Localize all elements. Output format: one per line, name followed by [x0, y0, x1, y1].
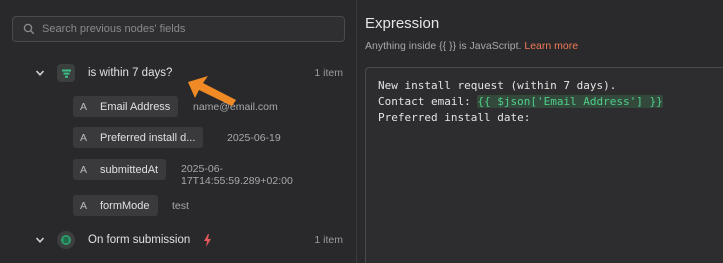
editor-line-2: Contact email: {{ $json['Email Address']…: [378, 95, 723, 111]
string-type-icon: A: [80, 199, 88, 212]
node-row-is-within-7-days[interactable]: is within 7 days? 1 item: [0, 61, 357, 85]
lightning-icon: [204, 233, 211, 247]
hint-braces: {{ }}: [439, 40, 457, 52]
expression-panel: Expression Anything inside {{ }} is Java…: [357, 0, 723, 263]
expression-hint: Anything inside {{ }} is JavaScript. Lea…: [365, 40, 578, 52]
field-name: formMode: [100, 199, 150, 212]
field-pill-email-address[interactable]: A Email Address: [73, 96, 179, 117]
field-value: test: [172, 200, 189, 212]
search-input[interactable]: [42, 23, 344, 35]
node-row-on-form-submission[interactable]: On form submission 1 item: [0, 228, 357, 252]
hint-prefix: Anything inside: [365, 40, 440, 52]
hint-suffix: is JavaScript.: [456, 40, 525, 52]
inline-expression: {{ $json['Email Address'] }}: [477, 95, 663, 108]
editor-line-3: Preferred install date:: [378, 111, 531, 124]
field-value: 2025-06-19: [227, 132, 281, 144]
node-name: is within 7 days?: [88, 67, 173, 79]
node-item-count: 1 item: [314, 234, 343, 246]
field-name: submittedAt: [100, 163, 159, 176]
field-pill-submittedat[interactable]: A submittedAt: [73, 159, 167, 180]
editor-line-1: New install request (within 7 days).: [378, 79, 617, 92]
field-name: Email Address: [100, 100, 171, 113]
line-text: Contact email:: [378, 95, 478, 108]
string-type-icon: A: [80, 131, 88, 144]
field-value-line2: 17T14:55:59.289+02:00: [181, 175, 293, 187]
learn-more-link[interactable]: Learn more: [524, 40, 578, 52]
field-value-line1: 2025-06-: [181, 163, 224, 175]
input-panel: is within 7 days? 1 item A Email Address…: [0, 0, 357, 263]
node-name: On form submission: [88, 234, 191, 246]
form-trigger-icon: [57, 231, 75, 249]
expression-title: Expression: [365, 15, 440, 32]
expression-editor[interactable]: New install request (within 7 days). Con…: [365, 67, 723, 263]
cursor-arrow-icon: [188, 76, 236, 106]
field-pill-preferred-install-date[interactable]: A Preferred install d...: [73, 127, 204, 148]
field-pill-formmode[interactable]: A formMode: [73, 195, 158, 216]
search-icon: [23, 23, 35, 35]
filter-node-icon: [57, 64, 75, 82]
chevron-down-icon[interactable]: [34, 67, 46, 79]
node-item-count: 1 item: [314, 67, 343, 79]
string-type-icon: A: [80, 163, 88, 176]
chevron-down-icon[interactable]: [34, 234, 46, 246]
string-type-icon: A: [80, 100, 88, 113]
search-box[interactable]: [12, 16, 345, 42]
field-name: Preferred install d...: [100, 131, 196, 144]
